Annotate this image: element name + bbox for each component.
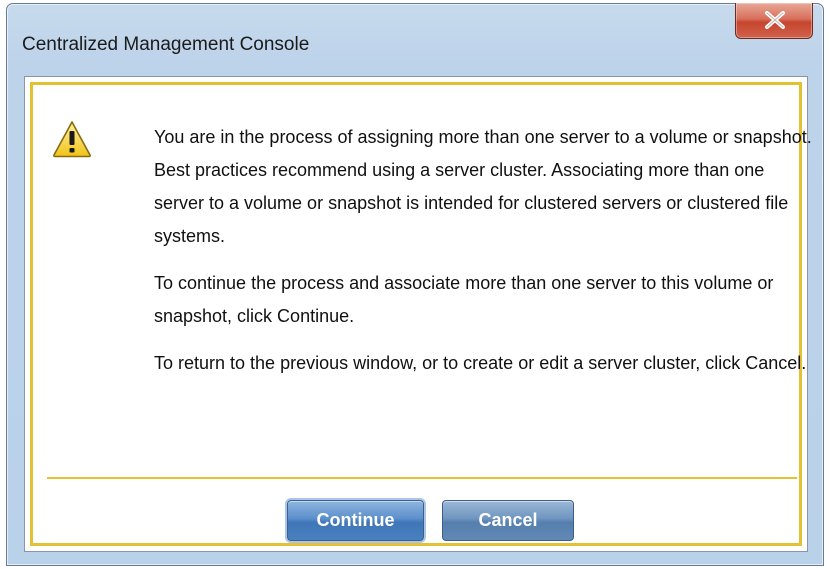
dialog-body: You are in the process of assigning more… [24, 76, 812, 552]
message-paragraph-3: To return to the previous window, or to … [154, 353, 807, 373]
close-x-icon [765, 11, 785, 29]
warning-icon [53, 121, 91, 158]
message-paragraph-2: To continue the process and associate mo… [154, 273, 774, 326]
close-button[interactable] [735, 3, 813, 39]
content-frame: You are in the process of assigning more… [30, 82, 812, 546]
continue-button[interactable]: Continue [287, 500, 424, 541]
message-text: You are in the process of assigning more… [154, 121, 814, 394]
message-paragraph-1: You are in the process of assigning more… [154, 127, 812, 246]
title-bar[interactable]: Centralized Management Console [7, 3, 823, 84]
cancel-button[interactable]: Cancel [442, 500, 574, 541]
separator-line [47, 477, 797, 479]
dialog-window: Centralized Management Console You are i… [6, 3, 824, 566]
window-title: Centralized Management Console [22, 34, 310, 55]
